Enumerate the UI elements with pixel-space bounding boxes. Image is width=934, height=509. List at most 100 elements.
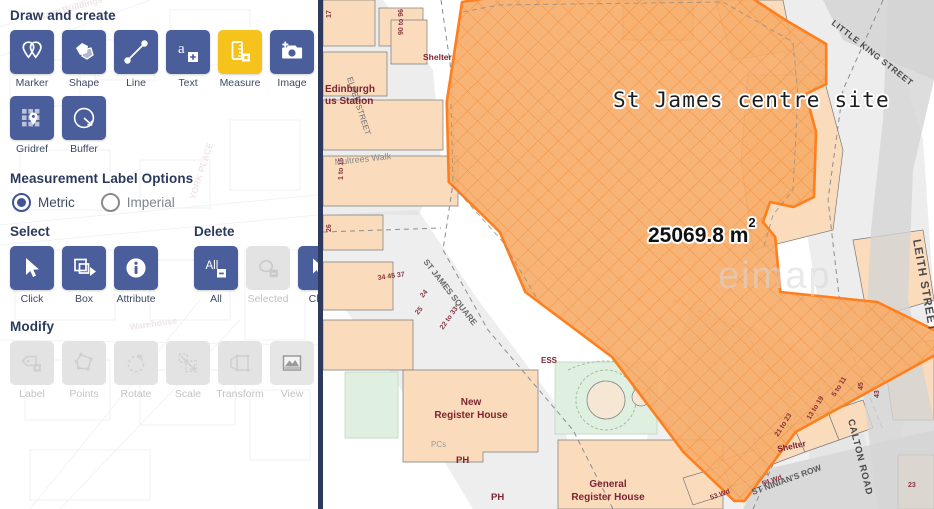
tools-sidebar: Bank Buildings YORK PLACE Warehouse Draw…: [0, 0, 318, 509]
map-label-ess: ESS: [541, 356, 558, 365]
map-canvas[interactable]: LEITH STREET LITTLE KING STREET CALTON R…: [323, 0, 934, 509]
tool-buffer[interactable]: Buffer: [62, 96, 106, 155]
map-label-pcs: PCs: [431, 440, 446, 449]
svg-text:All: All: [206, 260, 219, 272]
tool-select-box[interactable]: Box: [62, 246, 106, 305]
tool-modify-transform-label: Transform: [216, 388, 264, 400]
tool-select-attribute-label: Attribute: [116, 293, 156, 305]
tool-select-box-label: Box: [74, 293, 94, 305]
marker-pins-icon: [10, 30, 54, 74]
tool-modify-points: Points: [62, 341, 106, 400]
svg-text:45: 45: [858, 382, 865, 390]
radio-metric[interactable]: Metric: [12, 193, 75, 212]
radio-imperial-label: Imperial: [126, 195, 175, 210]
buffer-radius-icon: [62, 96, 106, 140]
tool-delete-all-label: All: [210, 293, 222, 305]
draw-tools-row-2: Gridref Buffer: [10, 96, 308, 155]
scale-icon: [166, 341, 210, 385]
panel-map-divider: [318, 0, 323, 509]
measurement-options: Metric Imperial: [12, 193, 308, 212]
select-group: Select Click Box Attribute: [10, 224, 158, 305]
map-label-ph-1: PH: [456, 455, 469, 466]
tool-shape-label: Shape: [68, 77, 100, 89]
tool-marker-label: Marker: [15, 77, 49, 89]
map-label-bus-station-2: us Station: [325, 96, 373, 107]
map-label-general-register-house-1: General: [589, 479, 626, 490]
view-image-icon: [270, 341, 314, 385]
tool-modify-scale-label: Scale: [174, 388, 202, 400]
tool-delete-click[interactable]: Click: [298, 246, 318, 305]
tool-measure-label: Measure: [219, 77, 261, 89]
svg-text:a: a: [178, 41, 185, 57]
svg-text:90 to 96: 90 to 96: [398, 9, 405, 35]
tool-image-label: Image: [277, 77, 307, 89]
rotate-icon: [114, 341, 158, 385]
map-label-new-register-house-1: New: [461, 397, 482, 408]
label-tag-icon: [10, 341, 54, 385]
tool-select-attribute[interactable]: Attribute: [114, 246, 158, 305]
info-attribute-icon: [114, 246, 158, 290]
select-tools-row: Click Box Attribute: [10, 246, 158, 305]
tool-gridref-label: Gridref: [15, 143, 49, 155]
map-label-shelter-1: Shelter: [423, 52, 453, 62]
map-label-new-register-house-2: Register House: [434, 410, 508, 421]
drawing-tools-map-app: Bank Buildings YORK PLACE Warehouse Draw…: [0, 0, 934, 509]
delete-group: Delete All All Selected Cl: [194, 224, 318, 305]
tool-modify-view-label: View: [280, 388, 304, 400]
text-add-icon: a: [166, 30, 210, 74]
map-label-bus-station-1: Edinburgh: [325, 84, 375, 95]
tool-buffer-label: Buffer: [70, 143, 98, 155]
tool-select-click-label: Click: [20, 293, 44, 305]
tool-modify-rotate: Rotate: [114, 341, 158, 400]
tool-modify-transform: Transform: [216, 341, 264, 400]
draw-tools-row-1: Marker Shape Line a Text Measure Image: [10, 30, 314, 89]
tool-delete-click-label: Click: [308, 293, 318, 305]
draw-section-title: Draw and create: [10, 8, 116, 23]
delete-section-title: Delete: [194, 224, 235, 239]
line-icon: [114, 30, 158, 74]
modify-section-title: Modify: [10, 319, 55, 334]
tool-measure[interactable]: Measure: [218, 30, 262, 89]
map-label-general-register-house-2: Register House: [571, 492, 645, 503]
tool-modify-scale: Scale: [166, 341, 210, 400]
camera-add-icon: [270, 30, 314, 74]
tool-line[interactable]: Line: [114, 30, 158, 89]
tool-image[interactable]: Image: [270, 30, 314, 89]
svg-text:23: 23: [908, 482, 916, 489]
tool-modify-label: Label: [10, 341, 54, 400]
tool-delete-selected-label: Selected: [247, 293, 289, 305]
radio-imperial[interactable]: Imperial: [100, 193, 175, 212]
svg-text:26: 26: [326, 224, 333, 232]
delete-all-icon: All: [194, 246, 238, 290]
select-box-icon: [62, 246, 106, 290]
map-label-ph-2: PH: [491, 492, 504, 503]
gridref-pin-icon: [10, 96, 54, 140]
select-delete-groups: Select Click Box Attribute Delete All Al…: [10, 224, 318, 305]
measurement-section-title: Measurement Label Options: [10, 171, 194, 186]
tool-text[interactable]: a Text: [166, 30, 210, 89]
tool-marker[interactable]: Marker: [10, 30, 54, 89]
tool-modify-rotate-label: Rotate: [120, 388, 152, 400]
delete-selected-icon: [246, 246, 290, 290]
svg-text:17: 17: [326, 10, 333, 18]
radio-metric-label: Metric: [38, 195, 75, 210]
transform-icon: [218, 341, 262, 385]
tool-text-label: Text: [178, 77, 198, 89]
shape-polygon-icon: [62, 30, 106, 74]
tool-delete-selected: Selected: [246, 246, 290, 305]
delete-tools-row: All All Selected Cl: [194, 246, 318, 305]
tool-modify-view: View: [270, 341, 314, 400]
tool-line-label: Line: [126, 77, 146, 89]
modify-tools-row: Label Points Rotate Scale Transform View: [10, 341, 314, 400]
map-vector-layer: LEITH STREET LITTLE KING STREET CALTON R…: [323, 0, 934, 509]
tool-modify-label-label: Label: [19, 388, 45, 400]
tool-shape[interactable]: Shape: [62, 30, 106, 89]
select-section-title: Select: [10, 224, 50, 239]
tool-delete-all[interactable]: All All: [194, 246, 238, 305]
edit-points-icon: [62, 341, 106, 385]
tool-gridref[interactable]: Gridref: [10, 96, 54, 155]
cursor-click-icon: [10, 246, 54, 290]
tool-select-click[interactable]: Click: [10, 246, 54, 305]
radio-imperial-dot: [100, 193, 120, 212]
radio-metric-dot: [12, 193, 31, 212]
